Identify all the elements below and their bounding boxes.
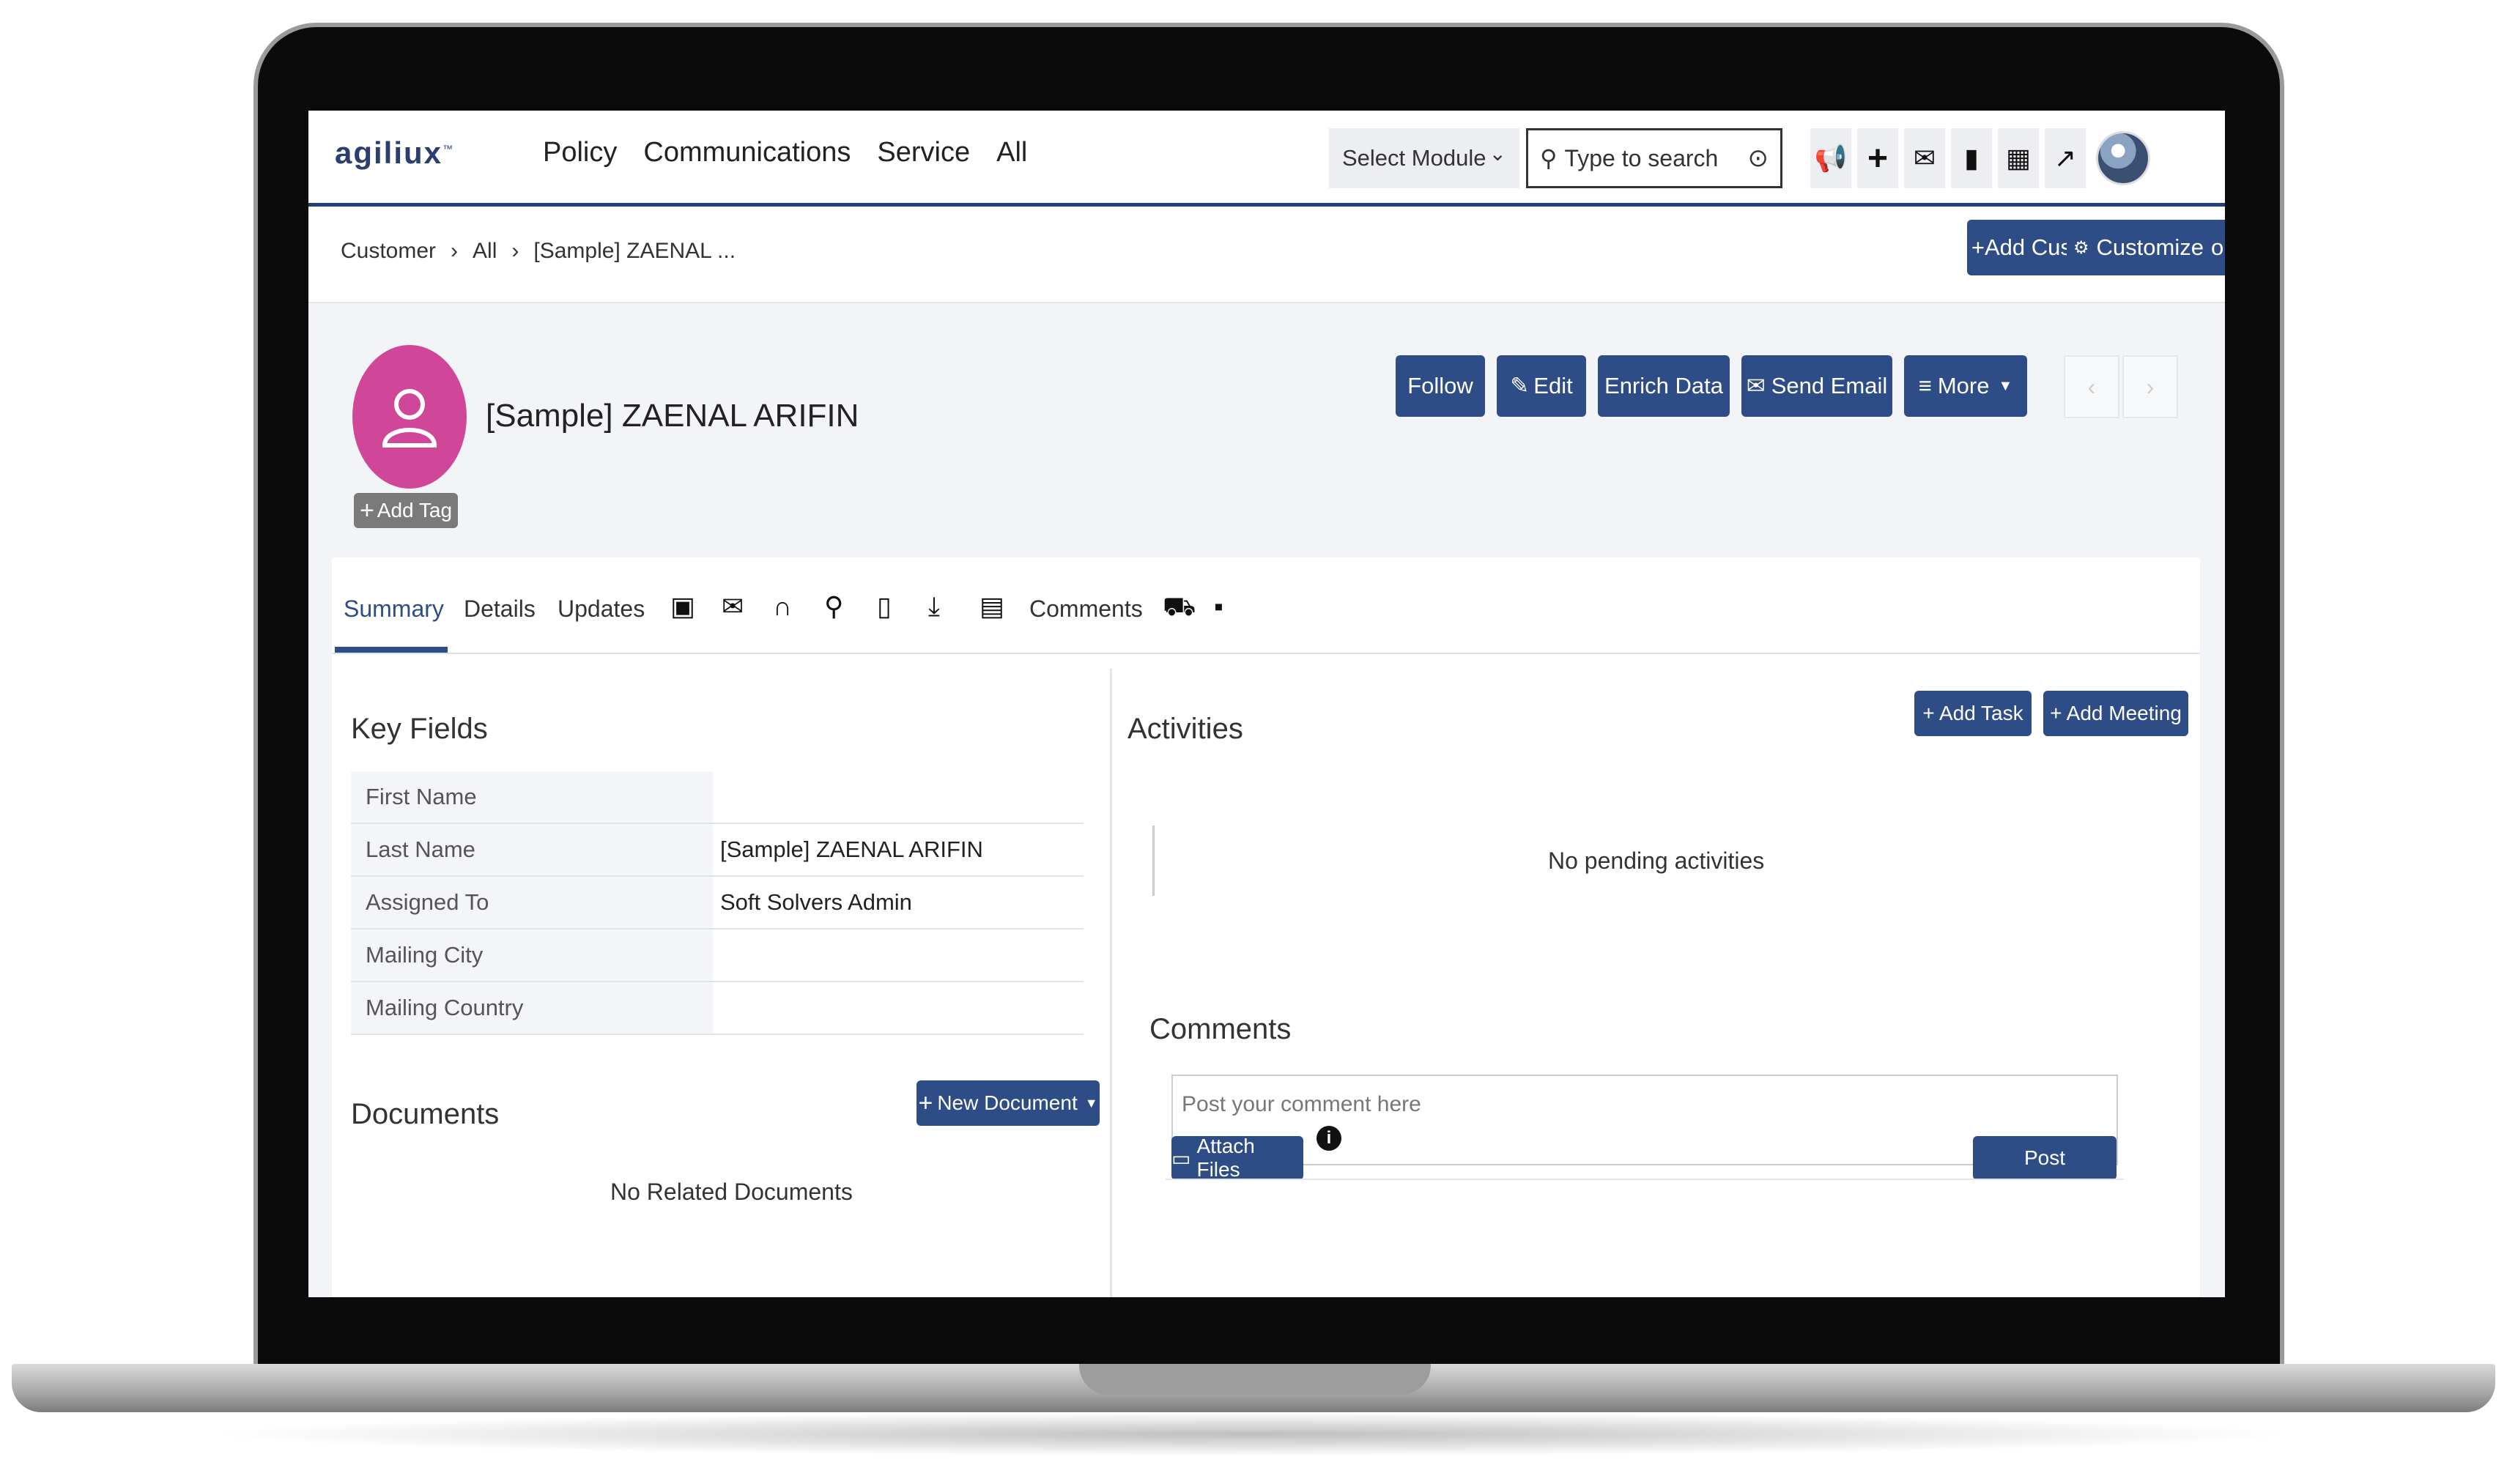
truck-icon[interactable]: ⛟ — [1163, 591, 1196, 626]
mail-icon: ✉ — [1746, 373, 1766, 398]
prev-record-icon[interactable]: ‹ — [2064, 355, 2119, 418]
table-row: Assigned To Soft Solvers Admin — [351, 877, 1084, 930]
table-row: First Name — [351, 771, 1084, 824]
active-tab-indicator — [335, 647, 448, 653]
documents-title: Documents — [351, 1098, 500, 1130]
megaphone-icon[interactable]: 📢 — [1810, 128, 1851, 188]
app-screen: agiliux™ Policy Communications Service A… — [308, 111, 2225, 1297]
customize-button[interactable]: ⚙ Customize — [2067, 220, 2210, 275]
activities-timeline — [1152, 826, 1155, 896]
pencil-icon: ✎ — [1510, 373, 1530, 398]
nav-service[interactable]: Service — [877, 137, 970, 168]
mail-icon[interactable]: ✉ — [1904, 128, 1945, 188]
activities-title: Activities — [1127, 713, 1243, 745]
no-documents-message: No Related Documents — [610, 1179, 853, 1205]
attach-files-button[interactable]: ▭ Attach Files — [1171, 1135, 1303, 1181]
nav-all[interactable]: All — [996, 137, 1027, 168]
record-avatar — [352, 345, 467, 489]
calendar-icon[interactable]: ▦ — [1998, 128, 2039, 188]
post-button[interactable]: Post — [1973, 1136, 2117, 1180]
breadcrumb-bar: Customer › All › [Sample] ZAENAL ... +Ad… — [308, 207, 2225, 303]
nav-communications[interactable]: Communications — [643, 137, 851, 168]
mail-icon[interactable]: ✉ — [722, 591, 744, 622]
nav-policy[interactable]: Policy — [543, 137, 617, 168]
clear-search-icon[interactable]: ⊙ — [1748, 144, 1769, 173]
tab-comments[interactable]: Comments — [1029, 596, 1143, 623]
follow-button[interactable]: Follow — [1396, 355, 1485, 417]
table-row: Mailing Country — [351, 982, 1084, 1035]
chevron-down-icon: ⌄ — [1489, 142, 1506, 165]
record-title: [Sample] ZAENAL ARIFIN — [486, 398, 859, 434]
plus-icon[interactable]: + — [1857, 128, 1898, 188]
next-record-icon[interactable]: › — [2122, 355, 2178, 418]
breadcrumb-all[interactable]: All — [473, 239, 497, 264]
chart-icon[interactable]: ↗ — [2045, 128, 2086, 188]
search-input[interactable]: ⚲ Type to search ⊙ — [1526, 128, 1782, 188]
column-divider — [1110, 669, 1112, 1297]
key-fields-title: Key Fields — [351, 713, 488, 745]
chevron-right-icon: › — [451, 239, 459, 263]
comments-divider — [1166, 1179, 2124, 1180]
user-icon — [352, 345, 467, 489]
record-panel: Summary Details Updates ▣ ✉ ∩ ⚲ ▯ ⤓ ▤ Co… — [332, 557, 2200, 1297]
breadcrumb-customer[interactable]: Customer — [341, 239, 436, 264]
breadcrumb: Customer › All › [Sample] ZAENAL ... — [341, 239, 736, 264]
record-pager: ‹ › — [2064, 355, 2178, 418]
no-activities-message: No pending activities — [1548, 847, 1765, 874]
logo[interactable]: agiliux™ — [335, 136, 454, 171]
add-meeting-button[interactable]: + Add Meeting — [2043, 691, 2188, 736]
caret-down-icon: ▼ — [1084, 1095, 1098, 1110]
caret-down-icon: ▼ — [1998, 377, 2013, 394]
more-button[interactable]: ≡ More ▼ — [1904, 355, 2027, 417]
document-icon[interactable]: ▮ — [1951, 128, 1992, 188]
add-task-button[interactable]: + Add Task — [1914, 691, 2032, 736]
tab-bar: Summary Details Updates ▣ ✉ ∩ ⚲ ▯ ⤓ ▤ Co… — [332, 557, 2200, 654]
top-bar: agiliux™ Policy Communications Service A… — [308, 111, 2225, 207]
laptop-icon: ▭ — [1171, 1146, 1191, 1170]
search-dollar-icon[interactable]: ⚲ — [824, 591, 843, 622]
table-row: Mailing City — [351, 930, 1084, 982]
enrich-data-button[interactable]: Enrich Data — [1598, 355, 1730, 417]
quick-icons: 📢 + ✉ ▮ ▦ ↗ — [1810, 128, 2086, 188]
headphones-icon[interactable]: ∩ — [773, 591, 792, 622]
tab-updates[interactable]: Updates — [558, 596, 645, 623]
search-icon: ⚲ — [1540, 145, 1558, 171]
laptop-notch — [1079, 1364, 1431, 1395]
send-email-button[interactable]: ✉ Send Email — [1741, 355, 1892, 417]
gear-icon: ⚙ — [2073, 237, 2089, 258]
new-document-button[interactable]: + New Document ▼ — [916, 1080, 1100, 1126]
calendar-icon[interactable]: ▣ — [670, 591, 695, 622]
tablet-icon[interactable]: ▯ — [877, 591, 892, 622]
edit-button[interactable]: ✎ Edit — [1497, 355, 1586, 417]
info-icon[interactable]: i — [1317, 1126, 1341, 1151]
menu-icon: ≡ — [1918, 373, 1932, 398]
user-avatar[interactable] — [2096, 131, 2150, 185]
message-icon[interactable]: ▪ — [1214, 591, 1223, 622]
download-icon[interactable]: ⤓ — [928, 591, 940, 623]
key-fields-table: First Name Last Name [Sample] ZAENAL ARI… — [351, 771, 1084, 1035]
tab-details[interactable]: Details — [464, 596, 536, 623]
comments-title: Comments — [1149, 1013, 1292, 1045]
main-nav: Policy Communications Service All — [543, 137, 1027, 168]
add-tag-button[interactable]: + Add Tag — [354, 493, 458, 528]
tab-summary[interactable]: Summary — [344, 596, 444, 623]
table-row: Last Name [Sample] ZAENAL ARIFIN — [351, 824, 1084, 877]
module-select[interactable]: Select Module ⌄ — [1329, 128, 1519, 188]
file-text-icon[interactable]: ▤ — [980, 591, 1004, 622]
chevron-right-icon: › — [511, 239, 519, 263]
laptop-shadow — [205, 1412, 2300, 1456]
breadcrumb-record: [Sample] ZAENAL ... — [533, 239, 736, 263]
